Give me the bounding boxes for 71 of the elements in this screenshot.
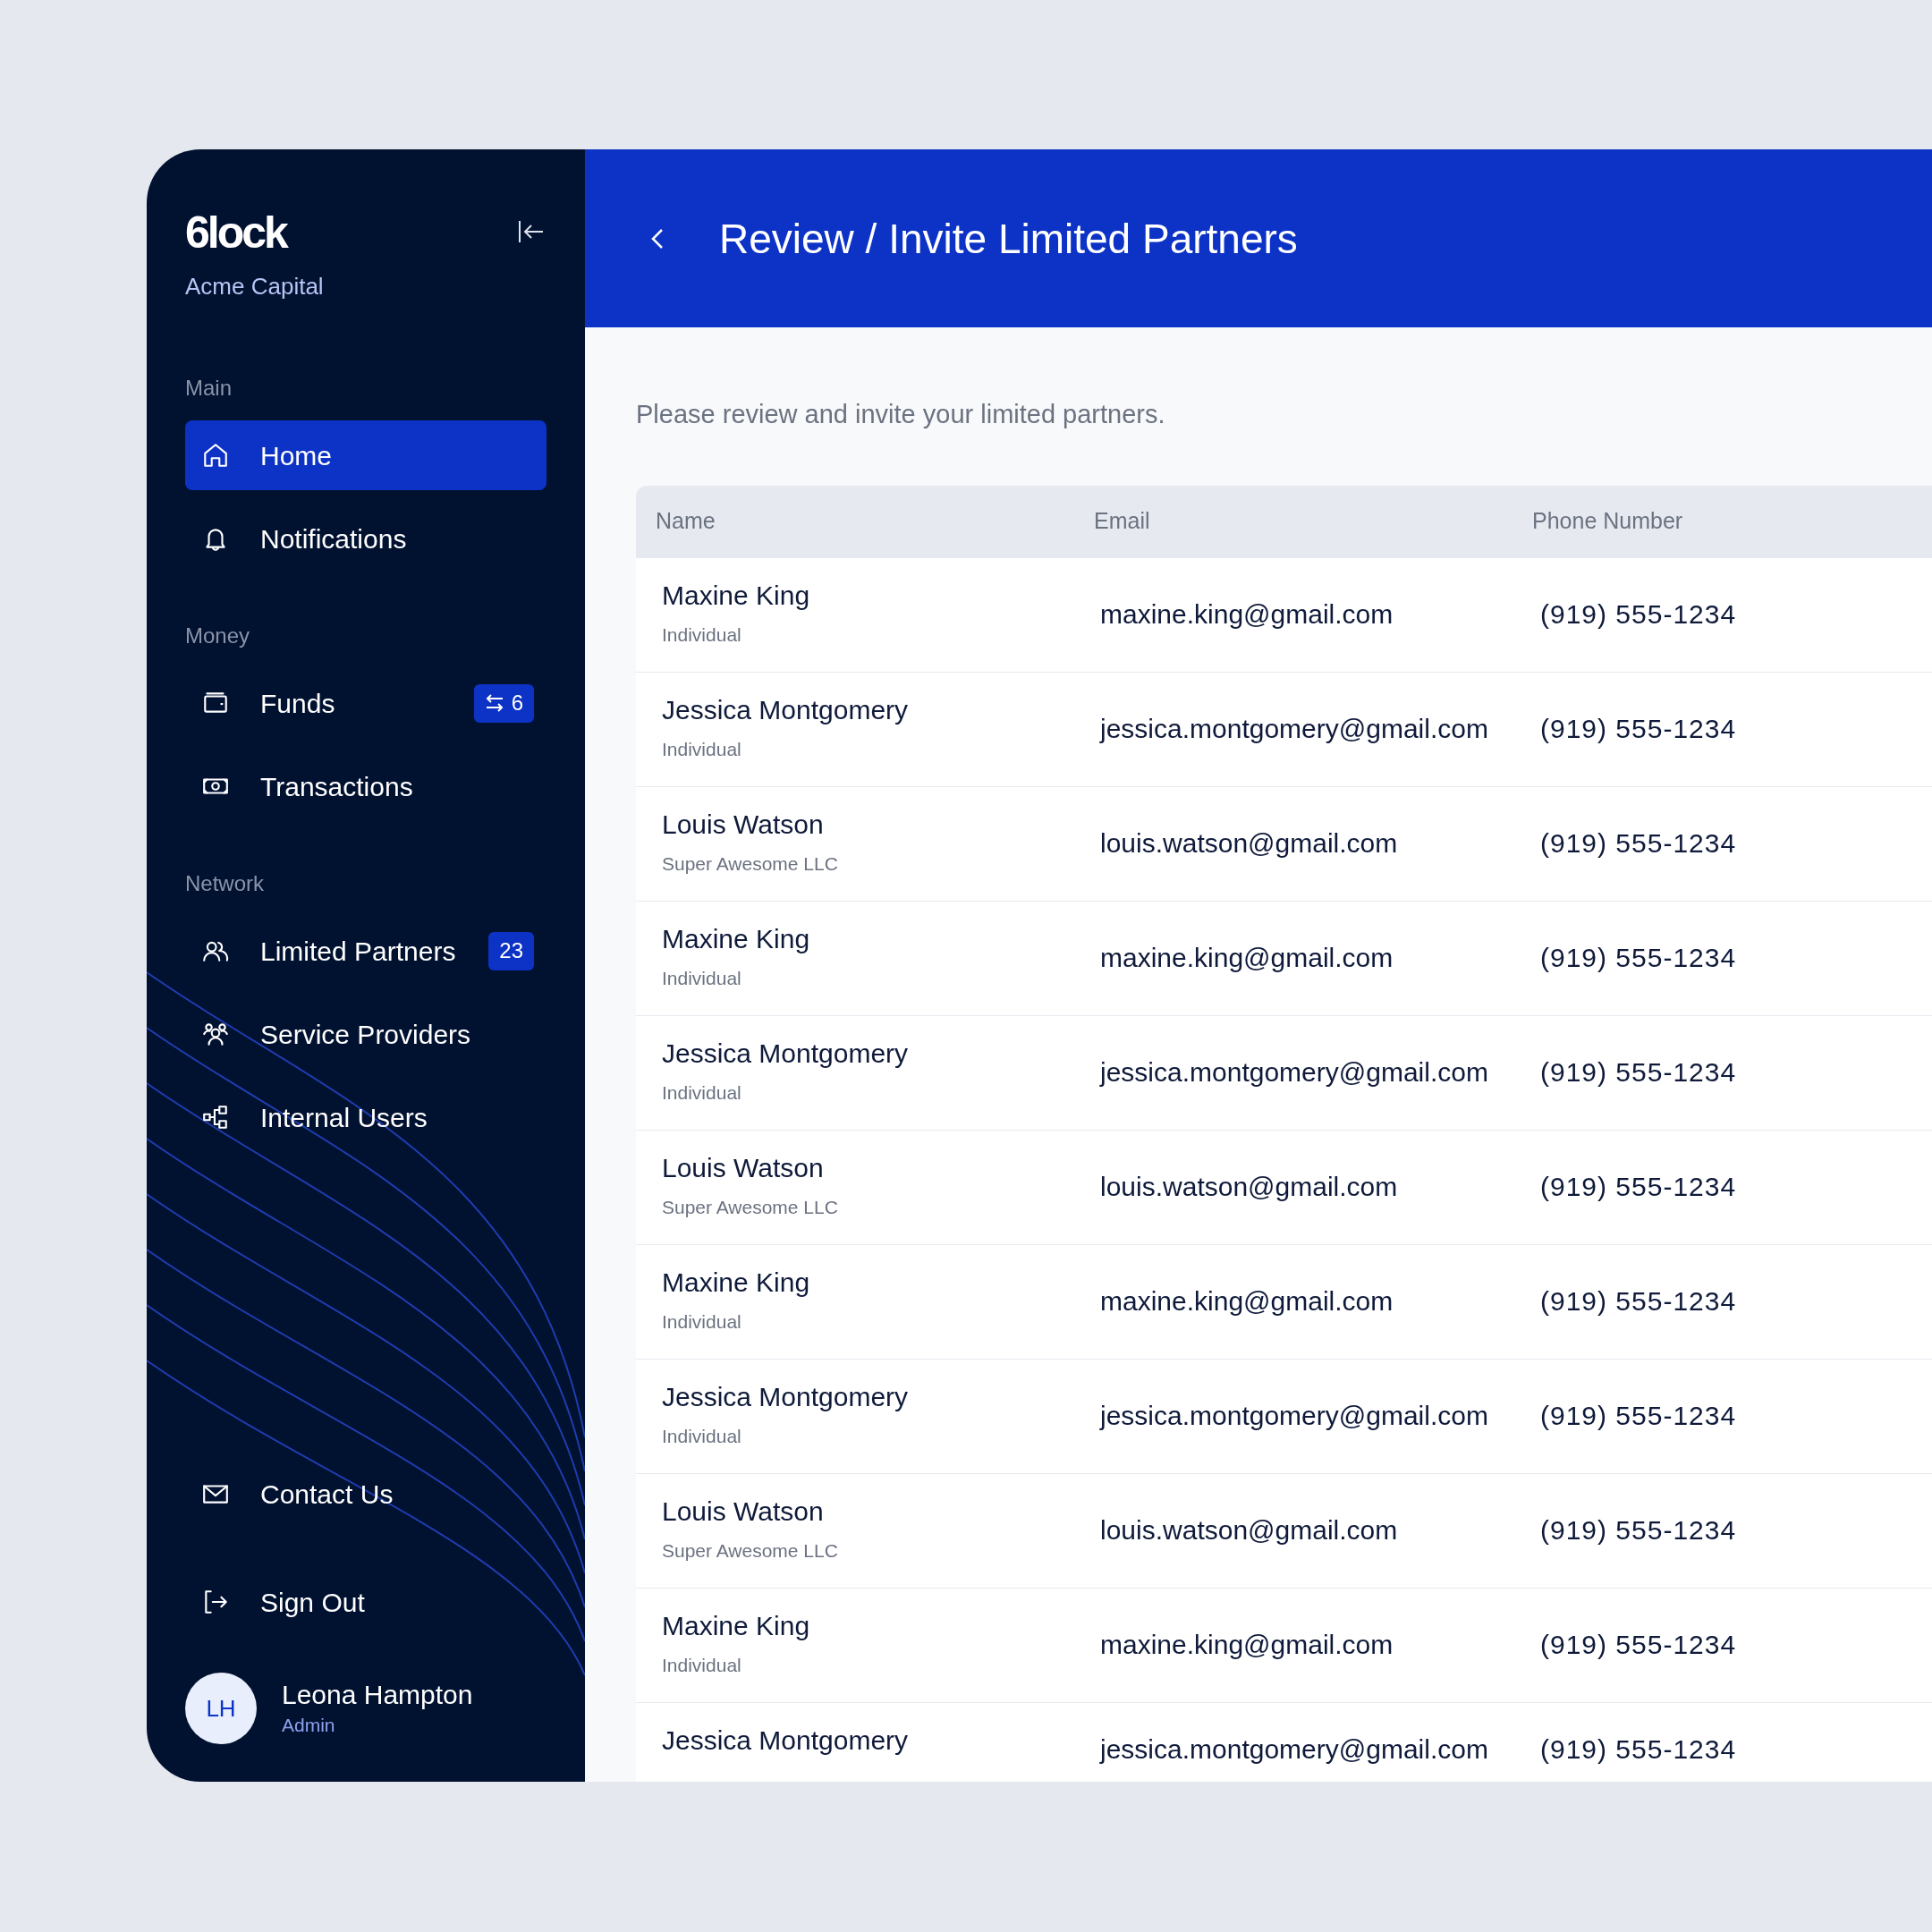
- email-cell: jessica.montgomery@gmail.com: [1100, 1733, 1488, 1764]
- partner-type: Individual: [662, 1309, 741, 1334]
- nav-item[interactable]: Service Providers: [185, 999, 547, 1069]
- intro-text: Please review and invite your limited partners.: [636, 399, 1166, 430]
- partner-type: Super Awesome LLC: [662, 1538, 838, 1563]
- phone-cell: (919) 555-1234: [1540, 713, 1737, 743]
- email-cell: maxine.king@gmail.com: [1100, 1285, 1394, 1316]
- email-cell: maxine.king@gmail.com: [1100, 942, 1394, 972]
- nav-item[interactable]: Internal Users: [185, 1082, 547, 1152]
- partner-name: Maxine King: [662, 922, 810, 955]
- phone-cell: (919) 555-1234: [1540, 942, 1737, 972]
- user-role: Admin: [282, 1714, 336, 1737]
- partner-name: Jessica Montgomery: [662, 1037, 909, 1070]
- partner-type: Individual: [662, 1080, 741, 1105]
- footer-nav-item[interactable]: Sign Out: [185, 1567, 547, 1637]
- footer-nav-item[interactable]: Contact Us: [185, 1459, 547, 1529]
- email-cell: maxine.king@gmail.com: [1100, 1629, 1394, 1659]
- email-cell: jessica.montgomery@gmail.com: [1100, 713, 1488, 743]
- phone-cell: (919) 555-1234: [1540, 1514, 1737, 1545]
- phone-cell: (919) 555-1234: [1540, 1171, 1737, 1201]
- chevron-left-icon[interactable]: [651, 227, 664, 250]
- partner-name: Louis Watson: [662, 808, 824, 841]
- email-cell: louis.watson@gmail.com: [1100, 1514, 1398, 1545]
- partner-name: Louis Watson: [662, 1151, 824, 1184]
- partner-type: Individual: [662, 737, 741, 761]
- section-label: Main: [185, 375, 233, 402]
- logo: 6lock: [185, 210, 288, 255]
- partner-name: Jessica Montgomery: [662, 1380, 909, 1413]
- email-cell: jessica.montgomery@gmail.com: [1100, 1056, 1488, 1087]
- section-label: Network: [185, 870, 266, 897]
- nav-item[interactable]: Transactions: [185, 751, 547, 821]
- email-cell: louis.watson@gmail.com: [1100, 827, 1398, 858]
- nav-item[interactable]: Limited Partners 23: [185, 916, 547, 986]
- partner-type: Individual: [662, 1653, 741, 1677]
- phone-cell: (919) 555-1234: [1540, 1629, 1737, 1659]
- partner-type: Individual: [662, 623, 741, 647]
- partner-type: Individual: [662, 966, 741, 990]
- column-header: Name: [656, 508, 716, 534]
- hierarchy-icon: [201, 1103, 230, 1131]
- column-header: Phone Number: [1532, 508, 1683, 534]
- user-name: Leona Hampton: [282, 1678, 473, 1711]
- phone-cell: (919) 555-1234: [1540, 598, 1737, 629]
- partner-name: Maxine King: [662, 579, 810, 612]
- phone-cell: (919) 555-1234: [1540, 1733, 1737, 1764]
- partner-type: Super Awesome LLC: [662, 1195, 838, 1219]
- partner-type: Individual: [662, 1424, 741, 1448]
- partner-name: Maxine King: [662, 1266, 810, 1299]
- partner-name: Jessica Montgomery: [662, 693, 909, 726]
- count-badge: 23: [488, 931, 534, 970]
- email-cell: louis.watson@gmail.com: [1100, 1171, 1398, 1201]
- nav-item[interactable]: Home: [185, 420, 547, 490]
- phone-cell: (919) 555-1234: [1540, 1400, 1737, 1430]
- page-title: Review / Invite Limited Partners: [719, 217, 1298, 259]
- organization-name: Acme Capital: [185, 272, 324, 301]
- phone-cell: (919) 555-1234: [1540, 827, 1737, 858]
- partner-name: Jessica Montgomery: [662, 1724, 909, 1757]
- partner-name: Maxine King: [662, 1609, 810, 1642]
- partner-type: Super Awesome LLC: [662, 852, 838, 876]
- phone-cell: (919) 555-1234: [1540, 1056, 1737, 1087]
- nav-item[interactable]: Notifications: [185, 504, 547, 573]
- home-icon: [201, 441, 230, 470]
- phone-cell: (919) 555-1234: [1540, 1285, 1737, 1316]
- email-cell: jessica.montgomery@gmail.com: [1100, 1400, 1488, 1430]
- email-cell: maxine.king@gmail.com: [1100, 598, 1394, 629]
- partner-name: Louis Watson: [662, 1495, 824, 1528]
- nav-item[interactable]: Funds 6: [185, 668, 547, 738]
- count-badge: 6: [473, 683, 534, 723]
- swap-icon: [484, 694, 504, 712]
- section-label: Money: [185, 623, 251, 649]
- column-header: Email: [1094, 508, 1150, 534]
- user-avatar: LH: [185, 1673, 257, 1744]
